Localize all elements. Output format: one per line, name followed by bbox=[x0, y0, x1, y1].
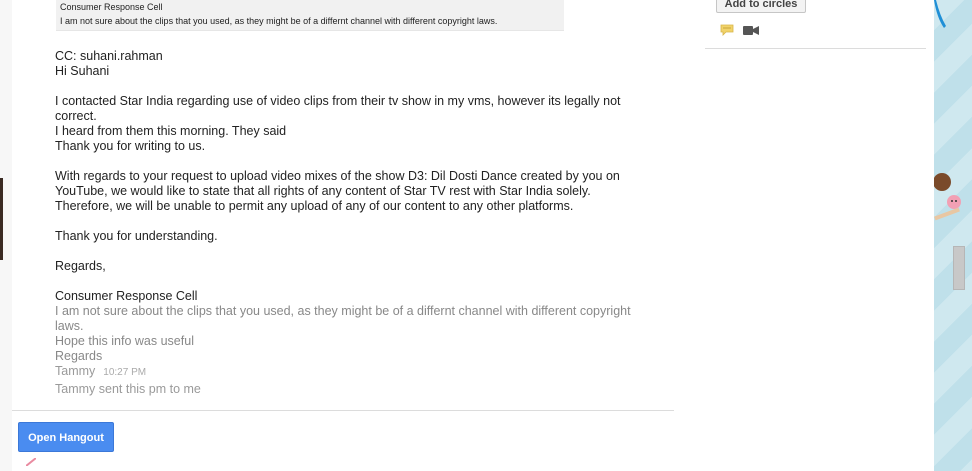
open-hangout-button[interactable]: Open Hangout bbox=[18, 422, 114, 452]
message-body: CC: suhani.rahman Hi Suhani I contacted … bbox=[55, 49, 665, 397]
message-line: YouTube, we would like to state that all… bbox=[55, 184, 591, 198]
background-decoration bbox=[934, 0, 946, 28]
message-line: I contacted Star India regarding use of … bbox=[55, 94, 621, 108]
message-thanks: Thank you for understanding. bbox=[55, 229, 218, 243]
reply-line: Tammy sent this pm to me bbox=[55, 382, 201, 396]
scrollbar-track[interactable] bbox=[952, 0, 966, 471]
quoted-message: Consumer Response Cell I am not sure abo… bbox=[56, 0, 564, 31]
message-regards: Regards, bbox=[55, 259, 106, 273]
scrollbar-thumb[interactable] bbox=[953, 246, 965, 290]
chat-divider bbox=[12, 410, 674, 411]
message-line: I heard from them this morning. They sai… bbox=[55, 124, 287, 138]
left-background-edge bbox=[0, 0, 12, 471]
reply-line: Regards bbox=[55, 349, 103, 363]
message-signature: Consumer Response Cell bbox=[55, 289, 198, 303]
chat-bubble-icon[interactable] bbox=[720, 24, 734, 36]
background-decoration bbox=[26, 458, 36, 466]
reply-timestamp: 10:27 PM bbox=[103, 367, 147, 378]
reply-sender: Tammy bbox=[55, 364, 96, 378]
right-divider bbox=[705, 48, 926, 49]
reply-sender-row: Tammy 10:27 PM bbox=[55, 364, 665, 380]
message-line: correct. bbox=[55, 109, 97, 123]
add-to-circles-button[interactable]: Add to circles bbox=[716, 0, 806, 13]
reply-line: I am not sure about the clips that you u… bbox=[55, 304, 631, 318]
message-line: Thank you for writing to us. bbox=[55, 139, 206, 153]
quoted-sender: Consumer Response Cell bbox=[60, 2, 163, 12]
message-cc: CC: suhani.rahman bbox=[55, 49, 163, 63]
message-greeting: Hi Suhani bbox=[55, 64, 110, 78]
chat-panel: Consumer Response Cell I am not sure abo… bbox=[12, 0, 674, 471]
message-line: Therefore, we will be unable to permit a… bbox=[55, 199, 574, 213]
quoted-text: I am not sure about the clips that you u… bbox=[60, 16, 498, 26]
reply-line: Hope this info was useful bbox=[55, 334, 194, 348]
video-camera-icon[interactable] bbox=[743, 25, 759, 36]
message-line: With regards to your request to upload v… bbox=[55, 169, 620, 183]
profile-side-panel: Add to circles bbox=[705, 0, 926, 60]
page: Consumer Response Cell I am not sure abo… bbox=[0, 0, 934, 471]
reply-line: laws. bbox=[55, 319, 84, 333]
